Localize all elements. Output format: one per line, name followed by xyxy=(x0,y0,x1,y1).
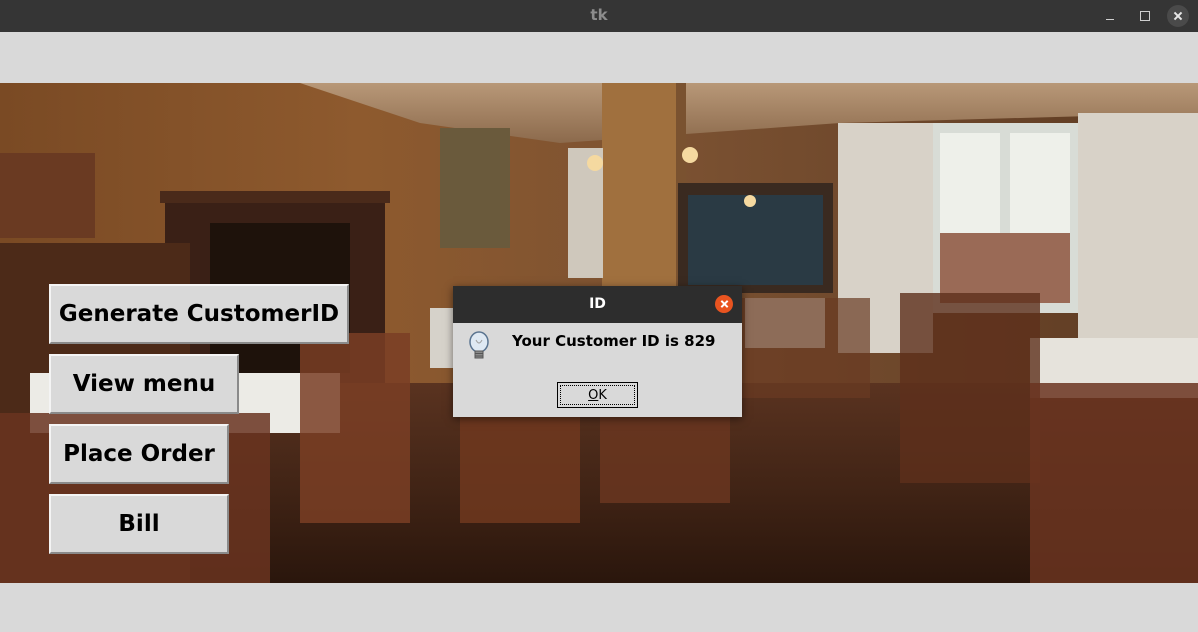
bill-button[interactable]: Bill xyxy=(49,494,229,554)
generate-customer-id-button[interactable]: Generate CustomerID xyxy=(49,284,349,344)
window-titlebar: tk xyxy=(0,0,1198,32)
view-menu-button[interactable]: View menu xyxy=(49,354,239,414)
dialog-message: Your Customer ID is 829 xyxy=(512,332,716,350)
close-icon[interactable] xyxy=(1167,5,1189,27)
ok-button[interactable]: OK xyxy=(557,382,638,408)
place-order-button[interactable]: Place Order xyxy=(49,424,229,484)
dialog-close-icon[interactable] xyxy=(715,295,733,313)
maximize-icon[interactable] xyxy=(1134,5,1156,27)
dialog-titlebar: ID xyxy=(453,286,742,323)
ok-button-label-rest: K xyxy=(598,387,607,403)
ok-button-label-mnemonic: O xyxy=(588,387,599,403)
lightbulb-icon xyxy=(467,330,491,362)
customer-id-dialog: ID Your Customer ID is 829 OK xyxy=(453,286,742,417)
minimize-icon[interactable] xyxy=(1099,5,1121,27)
dialog-title: ID xyxy=(589,296,606,312)
window-title: tk xyxy=(590,6,608,24)
